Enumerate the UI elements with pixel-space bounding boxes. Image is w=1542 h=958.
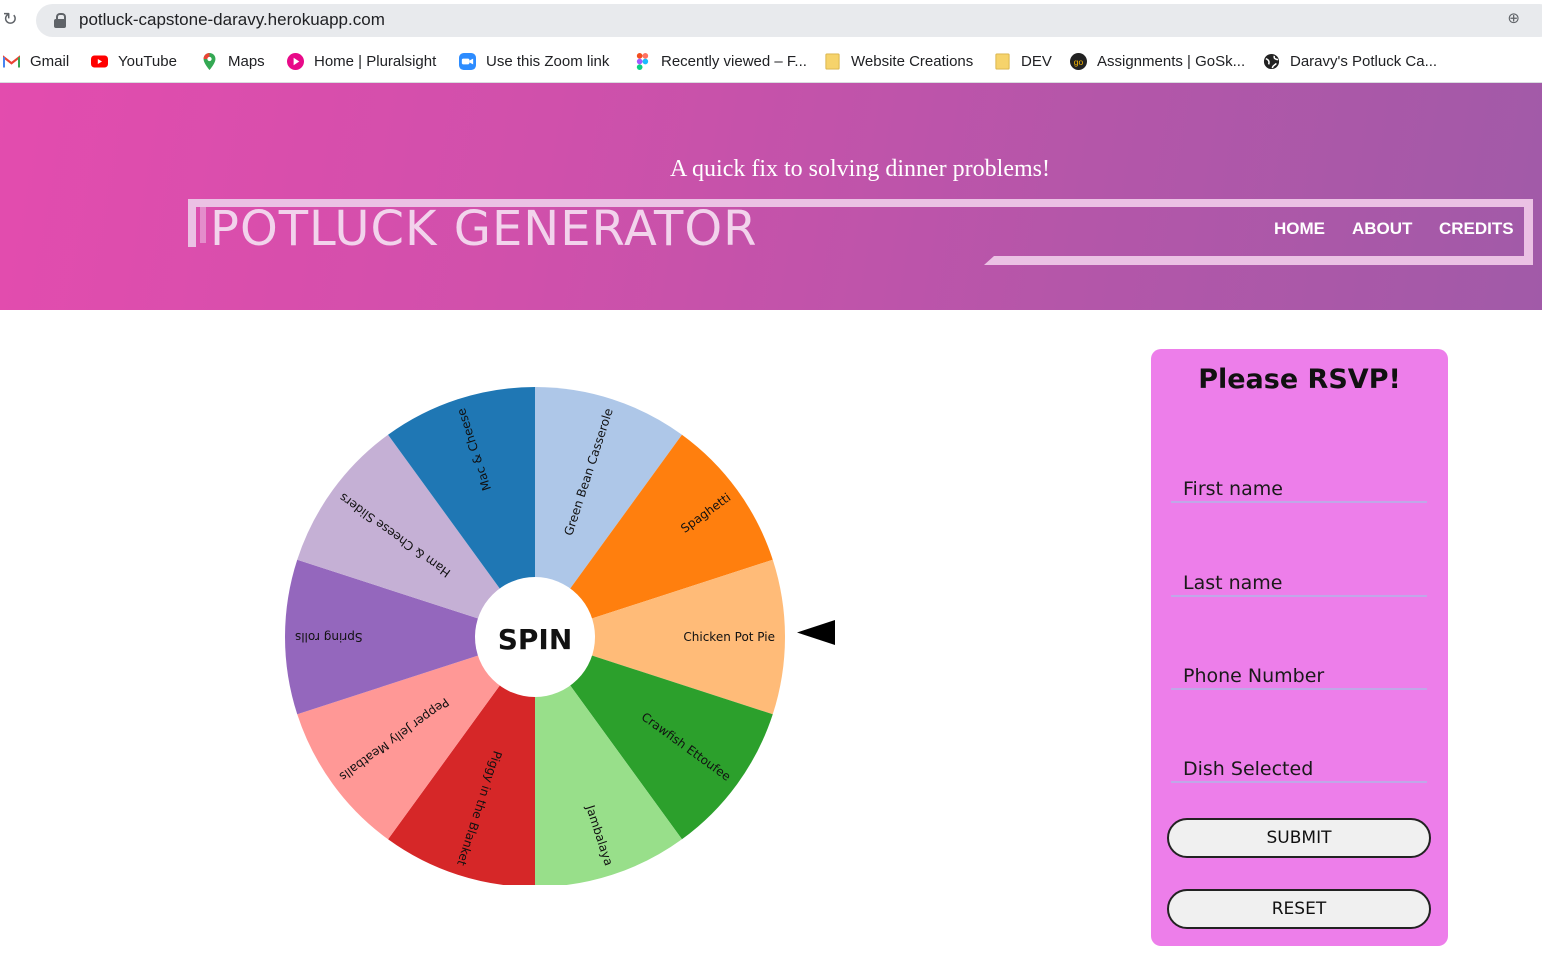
gmail-icon bbox=[3, 54, 20, 67]
bookmark-label: Daravy's Potluck Ca... bbox=[1290, 52, 1438, 70]
site-header: A quick fix to solving dinner problems! … bbox=[0, 83, 1542, 310]
bookmark-label: Recently viewed – F... bbox=[661, 52, 807, 70]
rsvp-panel: Please RSVP! SUBMIT RESET bbox=[1151, 349, 1448, 946]
header-frame-accent bbox=[200, 207, 206, 243]
globe-icon bbox=[1263, 53, 1280, 69]
bookmark-figma[interactable]: Recently viewed – F... bbox=[634, 50, 807, 72]
bookmark-label: Gmail bbox=[30, 52, 70, 70]
reload-icon[interactable]: ↻ bbox=[0, 8, 20, 32]
reset-button[interactable]: RESET bbox=[1167, 889, 1431, 929]
bookmark-label: Use this Zoom link bbox=[486, 52, 610, 70]
phone-number-field[interactable] bbox=[1171, 664, 1427, 690]
bookmarks-bar: Gmail YouTube Maps Home | Pluralsight Us… bbox=[0, 40, 1542, 83]
header-frame-right bbox=[1524, 199, 1533, 265]
rsvp-title: Please RSVP! bbox=[1198, 364, 1401, 395]
site-title: POTLUCK GENERATOR bbox=[210, 201, 758, 257]
address-bar[interactable]: potluck-capstone-daravy.herokuapp.com bbox=[36, 4, 1542, 37]
submit-button[interactable]: SUBMIT bbox=[1167, 818, 1431, 858]
folder-icon bbox=[825, 52, 840, 70]
bookmark-daravys-potluck[interactable]: Daravy's Potluck Ca... bbox=[1263, 50, 1437, 72]
bookmark-goskills[interactable]: go Assignments | GoSk... bbox=[1070, 50, 1245, 72]
bookmark-youtube[interactable]: YouTube bbox=[91, 50, 177, 72]
nav-home[interactable]: HOME bbox=[1274, 219, 1325, 239]
folder-icon bbox=[995, 52, 1010, 70]
browser-toolbar: ↻ potluck-capstone-daravy.herokuapp.com … bbox=[0, 0, 1542, 40]
nav-credits[interactable]: CREDITS bbox=[1439, 219, 1514, 239]
bookmark-label: Home | Pluralsight bbox=[314, 52, 437, 70]
bookmark-dev[interactable]: DEV bbox=[994, 50, 1052, 72]
last-name-field[interactable] bbox=[1171, 571, 1427, 597]
goskills-icon: go bbox=[1070, 52, 1087, 70]
first-name-field[interactable] bbox=[1171, 477, 1427, 503]
header-frame-bottom bbox=[984, 256, 1533, 265]
zoom-icon bbox=[459, 52, 476, 70]
nav-about[interactable]: ABOUT bbox=[1352, 219, 1412, 239]
lock-icon bbox=[54, 13, 66, 28]
svg-text:go: go bbox=[1074, 56, 1084, 66]
bookmark-label: Assignments | GoSk... bbox=[1097, 52, 1246, 70]
bookmark-gmail[interactable]: Gmail bbox=[3, 50, 69, 72]
wheel-slice-label: Chicken Pot Pie bbox=[683, 630, 775, 644]
bookmark-pluralsight[interactable]: Home | Pluralsight bbox=[287, 50, 436, 72]
bookmark-maps[interactable]: Maps bbox=[201, 50, 265, 72]
spin-button[interactable]: SPIN bbox=[498, 623, 573, 656]
figma-icon bbox=[636, 52, 649, 70]
bookmark-label: YouTube bbox=[118, 52, 177, 70]
pluralsight-icon bbox=[287, 52, 304, 70]
bookmark-zoom[interactable]: Use this Zoom link bbox=[459, 50, 609, 72]
bookmark-label: DEV bbox=[1021, 52, 1052, 70]
header-frame-left bbox=[188, 199, 196, 247]
maps-icon bbox=[203, 52, 216, 70]
url-text[interactable]: potluck-capstone-daravy.herokuapp.com bbox=[79, 10, 385, 30]
wheel-pointer-icon bbox=[797, 620, 835, 645]
dish-selected-field[interactable] bbox=[1171, 757, 1427, 783]
zoom-indicator-icon[interactable]: ⊕ bbox=[1507, 9, 1520, 27]
dish-wheel[interactable]: Green Bean Casserole SpaghettiChicken Pot… bbox=[283, 381, 787, 885]
wheel-slice-label: Spring rolls bbox=[295, 630, 362, 644]
bookmark-website-creations[interactable]: Website Creations bbox=[824, 50, 973, 72]
tagline: A quick fix to solving dinner problems! bbox=[670, 156, 1050, 182]
bookmark-label: Maps bbox=[228, 52, 265, 70]
youtube-icon bbox=[91, 55, 108, 67]
bookmark-label: Website Creations bbox=[851, 52, 974, 70]
